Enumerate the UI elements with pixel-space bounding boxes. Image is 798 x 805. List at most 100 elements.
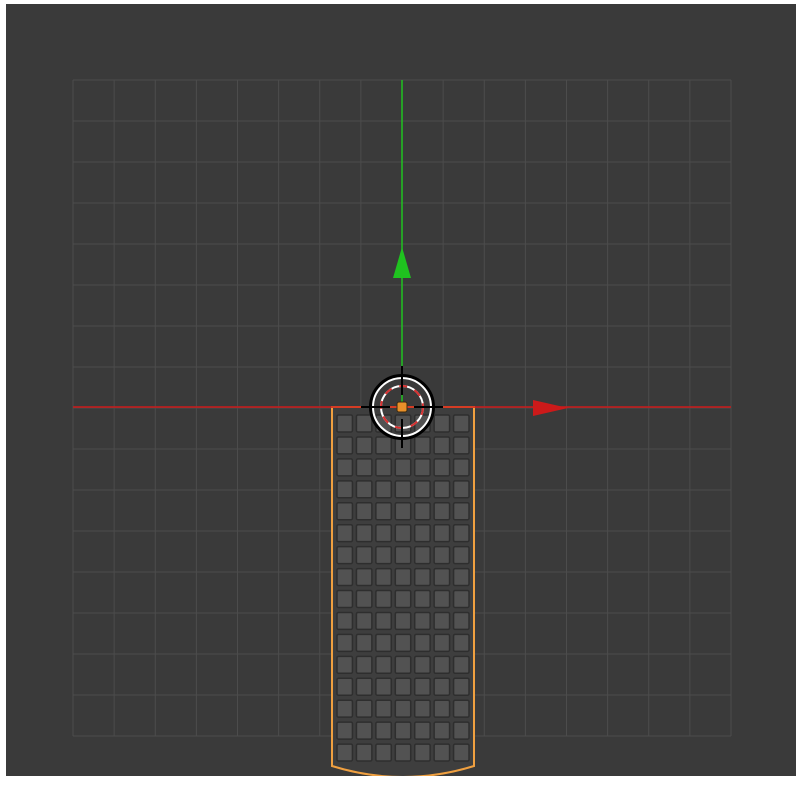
object-texture-cell xyxy=(336,458,354,477)
object-texture-cell xyxy=(336,414,354,433)
object-texture-cell xyxy=(336,567,354,587)
viewport-canvas[interactable] xyxy=(6,4,796,776)
object-texture-cell xyxy=(452,721,470,740)
object-texture-cell xyxy=(394,567,412,587)
object-texture-cell xyxy=(433,523,451,543)
object-texture-cell xyxy=(355,458,373,477)
object-texture-cell xyxy=(355,743,373,762)
object-texture-cell xyxy=(433,677,451,696)
object-texture-cell xyxy=(413,480,431,499)
object-texture-cell xyxy=(355,480,373,499)
object-texture-cell xyxy=(355,436,373,455)
object-texture-cell xyxy=(413,721,431,740)
viewport-3d[interactable] xyxy=(6,4,796,776)
object-texture-cell xyxy=(452,677,470,696)
object-texture-cell xyxy=(375,743,393,762)
object-texture-cell xyxy=(452,567,470,587)
object-texture-cell xyxy=(433,721,451,740)
object-texture-cell xyxy=(336,611,354,631)
object-texture-cell xyxy=(355,611,373,631)
object-texture-cell xyxy=(433,699,451,718)
object-texture-cell xyxy=(375,523,393,543)
object-texture-cell xyxy=(355,655,373,674)
object-texture-cell xyxy=(433,458,451,477)
object-texture-cell xyxy=(452,611,470,631)
object-texture-cell xyxy=(375,611,393,631)
object-texture-cell xyxy=(336,655,354,674)
object-texture-cell xyxy=(452,523,470,543)
object-texture-cell xyxy=(413,589,431,609)
object-texture-cell xyxy=(375,436,393,455)
object-texture-cell xyxy=(452,480,470,499)
object-texture-cell xyxy=(452,458,470,477)
object-texture-cell xyxy=(375,480,393,499)
object-texture-cell xyxy=(375,633,393,653)
object-texture-cell xyxy=(375,458,393,477)
object-texture-cell xyxy=(394,743,412,762)
object-texture-cell xyxy=(452,436,470,455)
object-texture-cell xyxy=(413,545,431,565)
object-texture-cell xyxy=(355,502,373,521)
object-texture-cell xyxy=(394,721,412,740)
object-texture-cell xyxy=(375,655,393,674)
object-texture-cell xyxy=(413,699,431,718)
object-texture-cell xyxy=(452,633,470,653)
object-texture-cell xyxy=(375,567,393,587)
object-texture-cell xyxy=(413,567,431,587)
object-texture-cell xyxy=(394,633,412,653)
object-texture-cell xyxy=(336,589,354,609)
object-texture-cell xyxy=(375,721,393,740)
object-texture-cell xyxy=(394,589,412,609)
object-texture-cell xyxy=(375,699,393,718)
object-texture-cell xyxy=(452,655,470,674)
object-texture-cell xyxy=(375,502,393,521)
object-texture-cell xyxy=(433,633,451,653)
selected-object[interactable] xyxy=(331,406,475,776)
object-texture-cell xyxy=(355,414,373,433)
object-texture-cell xyxy=(336,436,354,455)
object-texture-cell xyxy=(433,414,451,433)
object-texture-cell xyxy=(433,743,451,762)
object-origin-dot xyxy=(396,401,408,413)
object-texture-cell xyxy=(433,611,451,631)
object-texture-cell xyxy=(355,523,373,543)
object-texture-cell xyxy=(433,589,451,609)
object-texture-cell xyxy=(413,611,431,631)
object-texture-cell xyxy=(336,721,354,740)
object-texture-cell xyxy=(413,743,431,762)
object-texture-cell xyxy=(355,721,373,740)
object-texture-cell xyxy=(394,523,412,543)
object-texture-cell xyxy=(355,677,373,696)
object-texture-cell xyxy=(433,655,451,674)
object-texture-cell xyxy=(375,677,393,696)
object-texture-cell xyxy=(394,545,412,565)
object-texture-cell xyxy=(336,677,354,696)
object-texture-cell xyxy=(413,523,431,543)
object-texture-cell xyxy=(413,436,431,455)
object-texture-cell xyxy=(394,611,412,631)
object-texture-cell xyxy=(336,502,354,521)
object-texture-cell xyxy=(394,480,412,499)
object-texture-cell xyxy=(413,655,431,674)
object-texture-cell xyxy=(452,414,470,433)
object-texture-cell xyxy=(452,545,470,565)
object-texture-cell xyxy=(375,545,393,565)
object-texture-cell xyxy=(355,633,373,653)
object-texture-cell xyxy=(336,523,354,543)
object-texture-cell xyxy=(394,655,412,674)
object-texture-cell xyxy=(413,677,431,696)
object-texture-cell xyxy=(375,589,393,609)
object-texture-cell xyxy=(355,545,373,565)
object-texture-cell xyxy=(336,480,354,499)
object-texture-cell xyxy=(336,743,354,762)
object-texture-cell xyxy=(433,480,451,499)
object-texture-cell xyxy=(433,567,451,587)
object-texture-cell xyxy=(394,677,412,696)
object-texture-cell xyxy=(394,458,412,477)
object-texture-cell xyxy=(336,545,354,565)
object-texture-cell xyxy=(336,633,354,653)
object-texture-cell xyxy=(413,633,431,653)
object-texture-cell xyxy=(433,436,451,455)
object-texture-cell xyxy=(355,589,373,609)
object-texture-cell xyxy=(394,502,412,521)
